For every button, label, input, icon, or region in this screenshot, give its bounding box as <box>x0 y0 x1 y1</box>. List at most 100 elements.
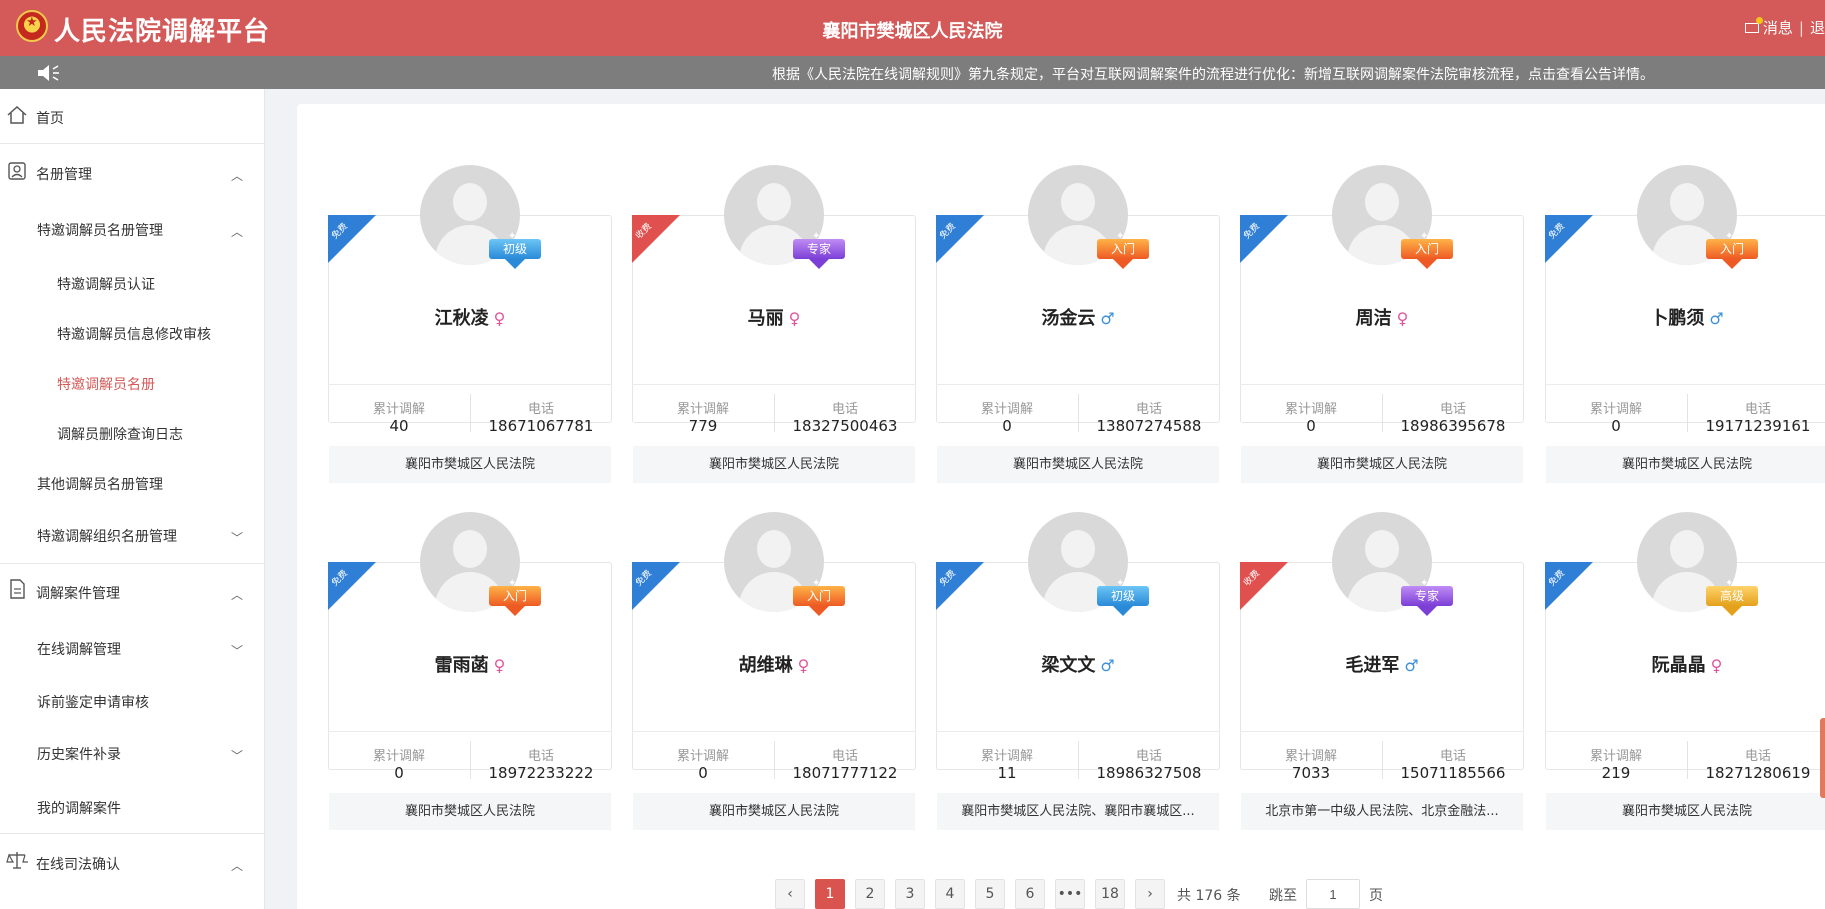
mediator-name[interactable]: 卜鹏须 <box>1650 308 1704 329</box>
logout-link[interactable]: 退 <box>1810 19 1825 37</box>
mediator-name[interactable]: 梁文文 <box>1041 655 1095 676</box>
sidebar-item-home[interactable]: 首页 <box>36 108 265 128</box>
mediator-name[interactable]: 毛进军 <box>1345 655 1399 676</box>
chevron-up-icon: ︿ <box>230 859 243 873</box>
sidebar-item-cases[interactable]: 调解案件管理 ︿ <box>36 583 265 603</box>
side-scroll-tab[interactable] <box>1820 718 1825 798</box>
sidebar-item-other-roster[interactable]: 其他调解员名册管理 <box>37 474 265 494</box>
fee-ribbon: 免费 <box>1240 215 1288 263</box>
count-value: 11 <box>997 764 1017 782</box>
sidebar-item-history[interactable]: 历史案件补录 ﹀ <box>37 744 265 764</box>
messages-link[interactable]: 消息 <box>1763 19 1793 37</box>
mediator-name-row: 胡维琳 ♀ <box>632 651 916 677</box>
phone-label: 电话 <box>1744 402 1771 417</box>
mediator-name[interactable]: 雷雨菡 <box>435 655 489 676</box>
count-value: 0 <box>1611 417 1621 435</box>
sidebar-item-special-cert[interactable]: 特邀调解员认证 <box>57 274 265 294</box>
page-5-button[interactable]: 5 <box>975 879 1005 909</box>
more-pages-button[interactable]: ••• <box>1055 879 1085 909</box>
mediator-card[interactable]: 免费 入门 ✦ 周洁 ♀ 累计调解 电话 0 18986395678 襄阳市樊城区人民法院 <box>1240 165 1524 485</box>
level-badge: 入门 ✦ <box>1703 231 1761 271</box>
phone-value: 15071185566 <box>1400 764 1506 782</box>
chevron-up-icon: ︿ <box>230 169 243 183</box>
count-value: 0 <box>1002 417 1012 435</box>
court-affiliation: 襄阳市樊城区人民法院、襄阳市襄城区... <box>937 793 1219 830</box>
gender-icon: ♀ <box>493 309 506 328</box>
mediator-card[interactable]: 收费 专家 ✦ 马丽 ♀ 累计调解 电话 779 18327500463 襄阳市樊城区人民法院 <box>632 165 916 485</box>
top-header: 人民法院调解平台 襄阳市樊城区人民法院 消息|退 <box>0 0 1825 56</box>
sidebar-item-roster[interactable]: 名册管理 ︿ <box>36 164 265 184</box>
phone-value: 18271280619 <box>1705 764 1811 782</box>
gender-icon: ♂ <box>1100 656 1115 675</box>
page-6-button[interactable]: 6 <box>1015 879 1045 909</box>
sidebar-item-judicial[interactable]: 在线司法确认 ︿ <box>36 854 265 874</box>
sidebar-item-mine[interactable]: 我的调解案件 <box>37 798 265 818</box>
mediator-name[interactable]: 阮晶晶 <box>1652 655 1706 676</box>
notice-text[interactable]: 根据《人民法院在线调解规则》第九条规定，平台对互联网调解案件的流程进行优化：新增… <box>772 64 1654 84</box>
page-jump-input[interactable] <box>1306 879 1360 909</box>
level-badge: 初级 ✦ <box>1094 578 1152 618</box>
chevron-down-icon: ﹀ <box>230 531 243 545</box>
page-1-button[interactable]: 1 <box>815 879 845 909</box>
level-badge: 入门 ✦ <box>1094 231 1152 271</box>
mediator-name[interactable]: 马丽 <box>748 308 784 329</box>
mediator-card[interactable]: 免费 入门 ✦ 雷雨菡 ♀ 累计调解 电话 0 18972233222 襄阳市樊城区人民法院 <box>328 512 612 832</box>
fee-ribbon: 免费 <box>1545 215 1593 263</box>
mediator-name[interactable]: 周洁 <box>1356 308 1392 329</box>
mediator-name[interactable]: 胡维琳 <box>739 655 793 676</box>
sidebar-item-special-review[interactable]: 特邀调解员信息修改审核 <box>57 324 265 344</box>
page-4-button[interactable]: 4 <box>935 879 965 909</box>
mediator-card[interactable]: 免费 高级 ✦ 阮晶晶 ♀ 累计调解 电话 219 18271280619 襄阳市樊城区人民法院 <box>1545 512 1825 832</box>
phone-value: 13807274588 <box>1096 417 1202 435</box>
phone-label: 电话 <box>831 749 858 764</box>
page-2-button[interactable]: 2 <box>855 879 885 909</box>
sidebar-item-online[interactable]: 在线调解管理 ﹀ <box>37 639 265 659</box>
count-value: 779 <box>688 417 718 435</box>
star-icon: ✦ <box>508 578 517 589</box>
count-value: 7033 <box>1291 764 1331 782</box>
mediator-name[interactable]: 汤金云 <box>1041 308 1095 329</box>
mediator-card[interactable]: 免费 入门 ✦ 汤金云 ♂ 累计调解 电话 0 13807274588 襄阳市樊城区人民法院 <box>936 165 1220 485</box>
count-label: 累计调解 <box>980 402 1033 417</box>
phone-label: 电话 <box>1439 749 1466 764</box>
court-affiliation: 襄阳市樊城区人民法院 <box>937 446 1219 483</box>
roster-icon <box>8 162 26 180</box>
gender-icon: ♂ <box>1709 309 1724 328</box>
chevron-down-icon: ﹀ <box>230 749 243 763</box>
page-18-button[interactable]: 18 <box>1095 879 1125 909</box>
mediator-card[interactable]: 免费 入门 ✦ 卜鹏须 ♂ 累计调解 电话 0 19171239161 襄阳市樊城区人民法院 <box>1545 165 1825 485</box>
sidebar-item-org-roster[interactable]: 特邀调解组织名册管理 ﹀ <box>37 526 265 546</box>
prev-page-button[interactable]: ‹ <box>775 879 805 909</box>
phone-label: 电话 <box>527 402 554 417</box>
phone-value: 18327500463 <box>792 417 898 435</box>
jump-label: 跳至 <box>1269 888 1297 904</box>
sidebar-item-appraisal[interactable]: 诉前鉴定申请审核 <box>37 692 265 712</box>
phone-label: 电话 <box>1439 402 1466 417</box>
sidebar-item-delete-log[interactable]: 调解员删除查询日志 <box>57 424 265 444</box>
mediator-card[interactable]: 免费 初级 ✦ 梁文文 ♂ 累计调解 电话 11 18986327508 襄阳市樊城区人民法院、襄… <box>936 512 1220 832</box>
court-affiliation: 襄阳市樊城区人民法院 <box>1546 793 1825 830</box>
count-label: 累计调解 <box>980 749 1033 764</box>
star-icon: ✦ <box>508 231 517 242</box>
message-icon[interactable] <box>1744 17 1763 33</box>
sidebar-item-special-roster[interactable]: 特邀调解员名册管理 ︿ <box>37 220 265 240</box>
gender-icon: ♂ <box>1404 656 1419 675</box>
count-label: 累计调解 <box>1284 749 1337 764</box>
sidebar-item-special-list[interactable]: 特邀调解员名册 <box>57 374 265 394</box>
mediator-name[interactable]: 江秋凌 <box>435 308 489 329</box>
mediator-card[interactable]: 免费 入门 ✦ 胡维琳 ♀ 累计调解 电话 0 18071777122 襄阳市樊城区人民法院 <box>632 512 916 832</box>
mediator-card[interactable]: 免费 初级 ✦ 江秋凌 ♀ 累计调解 电话 40 18671067781 襄阳市樊城区人民法院 <box>328 165 612 485</box>
phone-label: 电话 <box>527 749 554 764</box>
count-label: 累计调解 <box>1589 749 1642 764</box>
mediator-name-row: 卜鹏须 ♂ <box>1545 304 1825 330</box>
mediator-card[interactable]: 收费 专家 ✦ 毛进军 ♂ 累计调解 电话 7033 15071185566 北京市第一中级人民法… <box>1240 512 1524 832</box>
court-affiliation: 襄阳市樊城区人民法院 <box>633 793 915 830</box>
fee-ribbon: 收费 <box>1240 562 1288 610</box>
court-affiliation: 襄阳市樊城区人民法院 <box>329 793 611 830</box>
gender-icon: ♂ <box>1100 309 1115 328</box>
page-3-button[interactable]: 3 <box>895 879 925 909</box>
phone-value: 18986395678 <box>1400 417 1506 435</box>
phone-value: 18671067781 <box>488 417 594 435</box>
fee-ribbon: 免费 <box>328 215 376 263</box>
next-page-button[interactable]: › <box>1135 879 1165 909</box>
